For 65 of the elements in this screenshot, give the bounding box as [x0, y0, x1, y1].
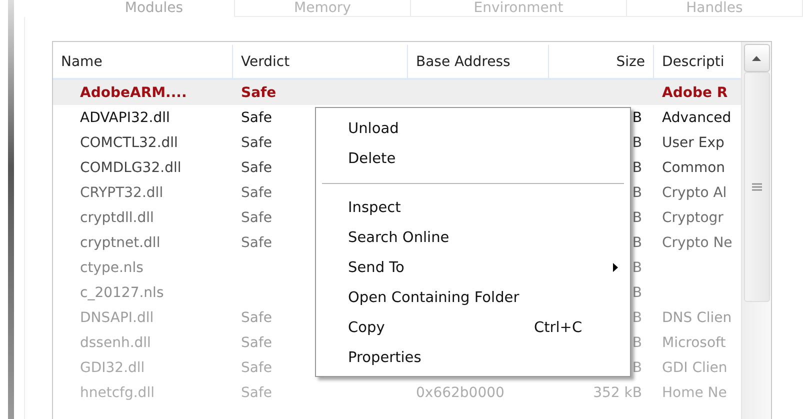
table-cell: Safe — [241, 184, 272, 200]
table-cell: GDI32.dll — [80, 360, 145, 376]
table-cell: Safe — [241, 160, 272, 176]
table-cell: DNSAPI.dll — [80, 310, 154, 326]
table-cell: DNS Clien — [662, 310, 732, 326]
shortcut-text: Ctrl+C — [534, 320, 582, 336]
table-cell: B — [632, 134, 642, 150]
column-header[interactable]: Name — [53, 45, 233, 78]
table-cell: dssenh.dll — [80, 334, 151, 350]
column-header[interactable]: Verdict — [233, 45, 408, 78]
column-header[interactable]: Descripti — [654, 45, 741, 78]
table-cell: 352 kB — [593, 384, 642, 400]
menu-item[interactable]: Properties — [316, 343, 630, 373]
table-cell: Advanced — [662, 110, 732, 126]
scroll-thumb[interactable] — [744, 72, 770, 302]
table-cell: AdobeARM.... — [80, 84, 187, 100]
menu-item[interactable]: Inspect — [316, 193, 630, 223]
table-cell: B — [632, 210, 642, 226]
selected-row[interactable]: AdobeARM.... Safe Adobe R — [53, 80, 741, 105]
menu-item[interactable]: Copy Ctrl+C — [316, 313, 630, 343]
table-cell: B — [632, 334, 642, 350]
scroll-up-button[interactable] — [744, 44, 770, 72]
table-cell: COMDLG32.dll — [80, 160, 182, 176]
grip-icon — [752, 183, 762, 191]
table-cell: B — [632, 160, 642, 176]
table-cell: Safe — [241, 384, 272, 400]
table-cell: Safe — [241, 234, 272, 250]
table-cell: hnetcfg.dll — [80, 384, 154, 400]
table-cell: Safe — [241, 360, 272, 376]
table-cell: B — [632, 234, 642, 250]
table-cell: B — [632, 110, 642, 126]
table-cell: COMCTL32.dll — [80, 134, 178, 150]
menu-item[interactable]: Search Online — [316, 223, 630, 253]
table-cell: GDI Clien — [662, 360, 728, 376]
table-cell: B — [632, 184, 642, 200]
menu-item[interactable]: Open Containing Folder — [316, 283, 630, 313]
table-cell: CRYPT32.dll — [80, 184, 164, 200]
column-header[interactable]: Size — [549, 45, 654, 78]
up-arrow-icon — [752, 56, 761, 60]
table-cell: B — [632, 310, 642, 326]
menu-item[interactable]: Send To — [316, 253, 630, 283]
table-cell: Safe — [241, 84, 276, 100]
scrollbar[interactable] — [741, 42, 771, 419]
table-cell: Safe — [241, 210, 272, 226]
table-cell: User Exp — [662, 134, 724, 150]
table-cell: Safe — [241, 310, 272, 326]
table-cell: Crypto Ne — [662, 234, 732, 250]
table-cell: 0x662b0000 — [416, 384, 504, 400]
table-cell: Safe — [241, 334, 272, 350]
table-cell: Cryptogr — [662, 210, 724, 226]
table-cell: Adobe R — [662, 84, 728, 100]
submenu-arrow-icon — [613, 263, 618, 272]
table-cell: Home Ne — [662, 384, 727, 400]
table-cell: Microsoft — [662, 334, 726, 350]
table-cell: Common — [662, 160, 726, 176]
menu-item[interactable]: Delete — [316, 144, 630, 174]
table-cell: Safe — [241, 134, 272, 150]
table-cell: Crypto Al — [662, 184, 727, 200]
table-cell: cryptdll.dll — [80, 210, 154, 226]
menu-item[interactable]: Unload — [316, 114, 630, 144]
table-cell: cryptnet.dll — [80, 234, 160, 250]
column-header[interactable]: Base Address — [408, 45, 549, 78]
table-cell: ADVAPI32.dll — [80, 110, 170, 126]
table-cell: Safe — [241, 110, 272, 126]
table-cell: B — [632, 360, 642, 376]
